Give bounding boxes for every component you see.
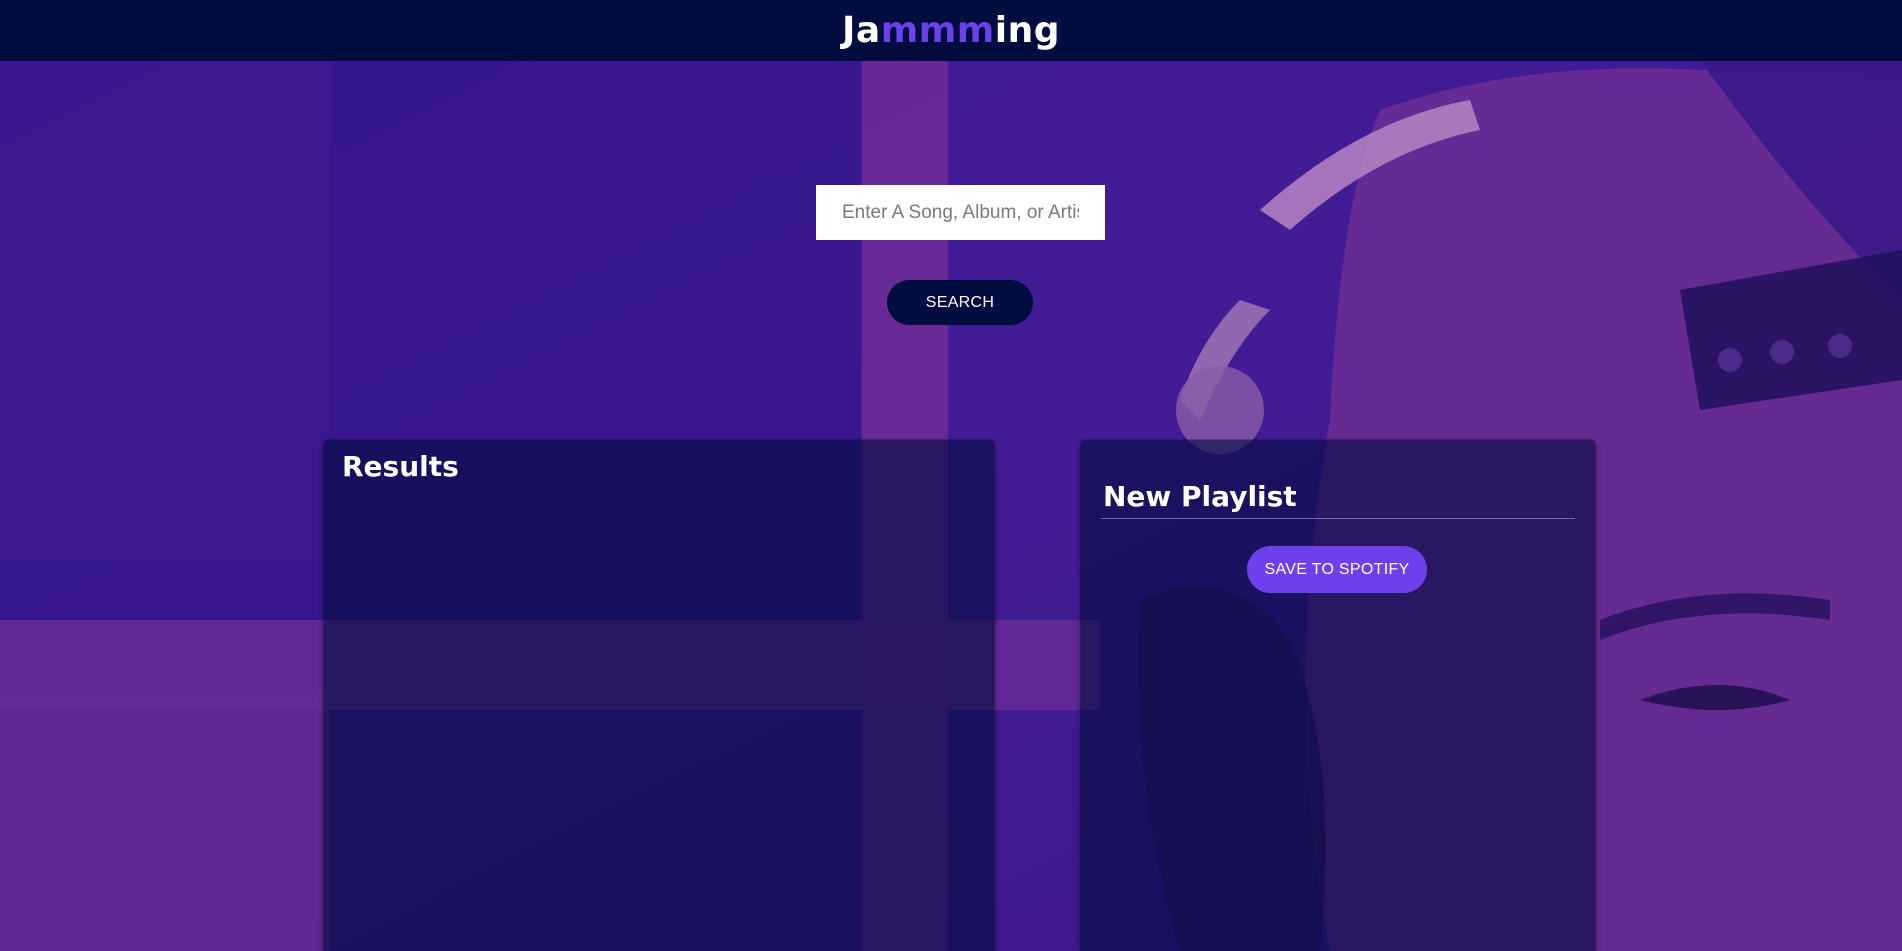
logo-text-end: ing: [994, 10, 1060, 51]
search-button[interactable]: SEARCH: [887, 280, 1033, 325]
results-title: Results: [342, 450, 459, 483]
search-input[interactable]: [816, 185, 1105, 240]
logo-text-accent: mmm: [880, 10, 995, 51]
playlist-name-input[interactable]: [1101, 480, 1575, 519]
header-bar: Jammming: [0, 0, 1902, 61]
search-results-panel: Results: [324, 440, 994, 951]
logo-text-start: Ja: [842, 10, 881, 51]
app-logo: Jammming: [842, 10, 1060, 51]
playlist-panel: SAVE TO SPOTIFY: [1081, 440, 1595, 951]
save-to-spotify-button[interactable]: SAVE TO SPOTIFY: [1247, 546, 1427, 593]
